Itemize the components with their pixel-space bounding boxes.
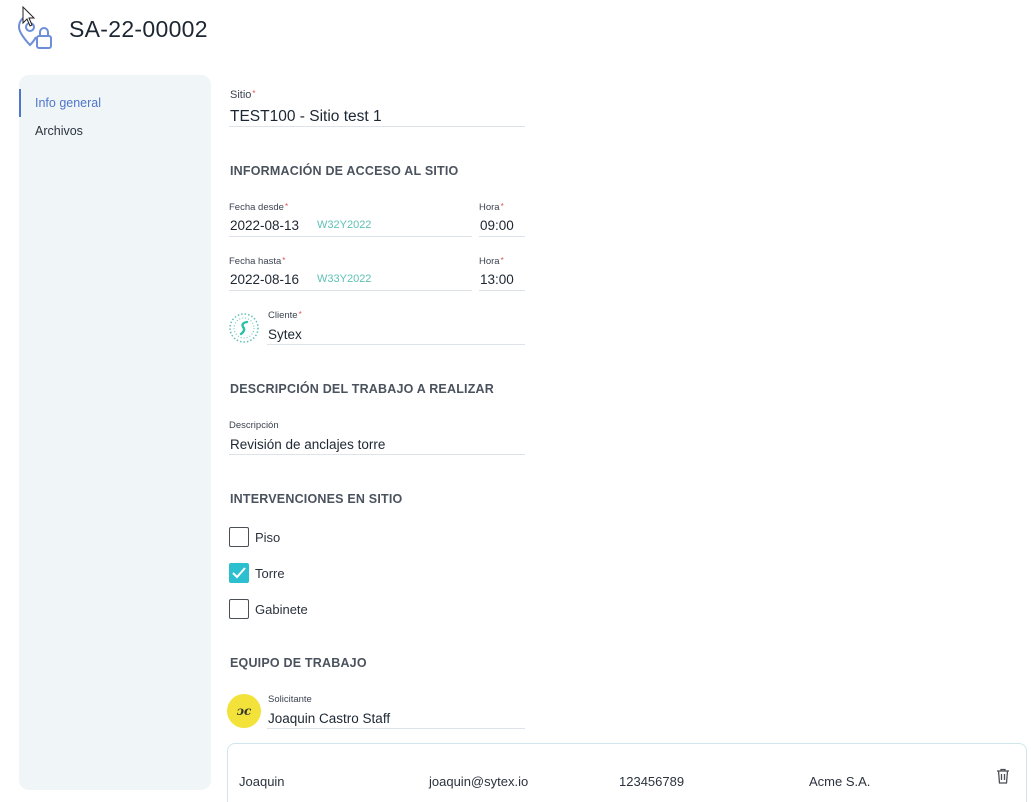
descripcion-field[interactable]: Revisión de anclajes torre — [230, 437, 385, 452]
team-member-name: Joaquin — [239, 774, 285, 789]
fecha-hasta-week: W33Y2022 — [317, 273, 372, 285]
fecha-hasta-label: Fecha hasta* — [229, 256, 286, 267]
checkbox-box[interactable] — [229, 599, 249, 619]
fecha-desde-week: W32Y2022 — [317, 219, 372, 231]
checkbox-label: Piso — [255, 529, 281, 545]
sidebar-item-info-general[interactable]: Info general — [19, 89, 211, 117]
hora-desde-field[interactable]: 09:00 — [480, 218, 514, 233]
fecha-desde-label: Fecha desde* — [229, 202, 289, 213]
team-member-email: joaquin@sytex.io — [429, 774, 529, 789]
section-team-title: EQUIPO DE TRABAJO — [230, 656, 367, 670]
hora-desde-label: Hora* — [479, 202, 504, 213]
sytex-logo-icon — [229, 313, 259, 343]
solicitante-underline — [267, 728, 525, 729]
team-member-card: Joaquin joaquin@sytex.io 123456789 Acme … — [227, 743, 1027, 802]
descripcion-label: Descripción — [229, 420, 279, 431]
sidebar: Info general Archivos — [19, 75, 211, 790]
checkbox-box-checked[interactable] — [229, 563, 249, 583]
solicitante-label: Solicitante — [268, 694, 312, 705]
descripcion-underline — [229, 454, 525, 455]
solicitante-field[interactable]: Joaquin Castro Staff — [268, 711, 390, 726]
cliente-label: Cliente* — [268, 310, 302, 321]
fecha-hasta-field[interactable]: 2022-08-16 — [230, 272, 299, 287]
avatar: ɔc — [227, 694, 261, 728]
team-member-phone: 123456789 — [619, 774, 685, 789]
sidebar-item-archivos[interactable]: Archivos — [19, 117, 211, 145]
section-work-title: DESCRIPCIÓN DEL TRABAJO A REALIZAR — [230, 382, 494, 396]
hora-hasta-label: Hora* — [479, 256, 504, 267]
checkbox-piso[interactable]: Piso — [229, 526, 280, 548]
section-access-title: INFORMACIÓN DE ACCESO AL SITIO — [230, 164, 459, 178]
hora-hasta-underline — [479, 290, 525, 291]
hora-desde-underline — [479, 236, 525, 237]
fecha-hasta-underline — [229, 290, 472, 291]
cliente-underline — [267, 344, 525, 345]
checkbox-torre[interactable]: Torre — [229, 562, 285, 584]
sitio-label: Sitio* — [230, 89, 256, 101]
hora-hasta-field[interactable]: 13:00 — [480, 272, 514, 287]
page-title: SA-22-00002 — [69, 16, 208, 42]
fecha-desde-field[interactable]: 2022-08-13 — [230, 218, 299, 233]
checkbox-label: Torre — [255, 565, 285, 581]
checkbox-gabinete[interactable]: Gabinete — [229, 598, 308, 620]
mouse-cursor-icon — [22, 6, 36, 27]
section-interventions-title: INTERVENCIONES EN SITIO — [230, 492, 403, 506]
form-panel: Sitio* TEST100 - Sitio test 1 INFORMACIÓ… — [227, 0, 1029, 802]
team-member-company: Acme S.A. — [809, 774, 871, 789]
sitio-field[interactable]: TEST100 - Sitio test 1 — [230, 108, 382, 126]
fecha-desde-underline — [229, 236, 472, 237]
checkbox-box[interactable] — [229, 527, 249, 547]
trash-icon[interactable] — [996, 768, 1010, 784]
avatar-initials: ɔc — [236, 704, 252, 718]
checkmark-icon — [232, 567, 246, 579]
sitio-underline — [229, 126, 525, 127]
cliente-field[interactable]: Sytex — [268, 327, 302, 342]
checkbox-label: Gabinete — [255, 601, 308, 617]
